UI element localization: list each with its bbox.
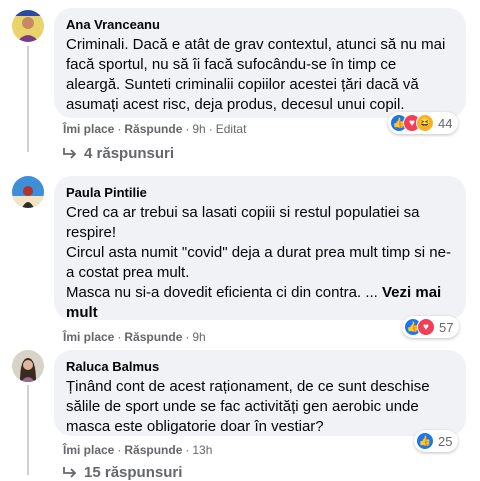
- comment-paragraph-text: Masca nu si-a dovedit eficienta ci din c…: [66, 284, 378, 301]
- thread-line: [27, 385, 29, 475]
- comment-paragraph: Ținând cont de acest raționament, de ce …: [66, 378, 430, 435]
- comment-paragraph: Circul asta numit "covid" deja a durat p…: [66, 244, 451, 281]
- thread-line: [27, 46, 29, 152]
- comment-paragraph: Criminali. Dacă e atât de grav contextul…: [66, 36, 446, 113]
- reaction-count: 44: [438, 115, 453, 131]
- love-reaction-icon: ♥: [417, 318, 435, 336]
- reply-arrow-icon: [63, 466, 77, 478]
- comment-author[interactable]: Raluca Balmus: [66, 358, 454, 375]
- comment-actions: Îmi place · Răspunde · 13h: [63, 443, 213, 457]
- comment-text: Ținând cont de acest raționament, de ce …: [66, 377, 454, 437]
- reactions-summary[interactable]: 👍 25: [414, 430, 459, 452]
- comment-time[interactable]: 9h: [192, 122, 205, 136]
- edited-label: Editat: [215, 122, 247, 136]
- replies-count: 4 răspunsuri: [84, 145, 175, 162]
- reactions-summary[interactable]: 👍 ♥ 57: [402, 316, 460, 338]
- comment-paragraph: Masca nu si-a dovedit eficienta ci din c…: [66, 283, 454, 323]
- avatar[interactable]: [12, 176, 44, 208]
- reply-arrow-icon: [63, 147, 77, 159]
- like-button[interactable]: Îmi place: [63, 122, 114, 136]
- comment-actions: Îmi place · Răspunde · 9h · Editat: [63, 122, 247, 136]
- reply-button[interactable]: Răspunde: [124, 122, 182, 136]
- comment-bubble: Raluca Balmus Ținând cont de acest rațio…: [54, 350, 466, 436]
- replies-count: 15 răspunsuri: [84, 464, 183, 481]
- haha-reaction-icon: 😆: [416, 114, 434, 132]
- reaction-count: 57: [439, 319, 454, 335]
- comment-author[interactable]: Ana Vranceanu: [66, 16, 454, 33]
- comment-text: Criminali. Dacă e atât de grav contextul…: [66, 35, 454, 115]
- comment-time[interactable]: 13h: [192, 443, 212, 457]
- view-replies-link[interactable]: 15 răspunsuri: [62, 464, 182, 481]
- comment-bubble: Ana Vranceanu Criminali. Dacă e atât de …: [54, 8, 466, 118]
- like-reaction-icon: 👍: [416, 432, 434, 450]
- reply-button[interactable]: Răspunde: [124, 443, 182, 457]
- view-replies-link[interactable]: 4 răspunsuri: [62, 145, 174, 162]
- avatar[interactable]: [12, 350, 44, 382]
- like-button[interactable]: Îmi place: [63, 330, 114, 344]
- reaction-count: 25: [438, 433, 453, 449]
- comment-actions: Îmi place · Răspunde · 9h: [63, 330, 206, 344]
- avatar[interactable]: [12, 10, 44, 42]
- comment-author[interactable]: Paula Pintilie: [66, 184, 454, 201]
- reactions-summary[interactable]: 👍 ♥ 😆 44: [388, 112, 459, 134]
- like-button[interactable]: Îmi place: [63, 443, 114, 457]
- comment-text: Cred ca ar trebui sa lasati copiii si re…: [66, 203, 454, 323]
- comment-bubble: Paula Pintilie Cred ca ar trebui sa lasa…: [54, 176, 466, 323]
- comment-paragraph: Cred ca ar trebui sa lasati copiii si re…: [66, 204, 420, 241]
- comment-time[interactable]: 9h: [192, 330, 205, 344]
- reply-button[interactable]: Răspunde: [124, 330, 182, 344]
